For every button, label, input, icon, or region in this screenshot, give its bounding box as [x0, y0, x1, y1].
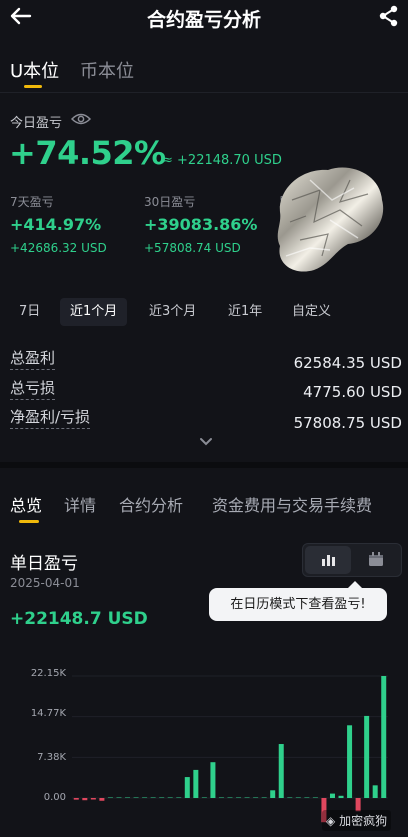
- bar[interactable]: [347, 725, 353, 798]
- net-pnl-value: 57808.75 USD: [293, 414, 402, 432]
- bar[interactable]: [329, 793, 335, 798]
- stat-7d-usd: +42686.32 USD: [10, 241, 107, 255]
- share-icon[interactable]: [378, 5, 400, 27]
- total-profit-value: 62584.35 USD: [293, 354, 402, 372]
- bar[interactable]: [184, 777, 190, 798]
- watermark: ◈ 加密疯狗: [322, 810, 392, 831]
- total-profit-label: 总盈利: [10, 347, 56, 370]
- bar[interactable]: [312, 797, 318, 798]
- bar[interactable]: [304, 797, 310, 798]
- period-1y[interactable]: 近1年: [218, 298, 272, 326]
- tab-underline: [24, 85, 42, 88]
- calendar-tooltip: 在日历模式下查看盈亏!: [209, 581, 387, 621]
- period-1m[interactable]: 近1个月: [60, 298, 128, 326]
- bar[interactable]: [201, 797, 207, 798]
- tab-coin-margin[interactable]: 币本位: [80, 57, 134, 83]
- bar[interactable]: [99, 798, 105, 801]
- stat-30d-label: 30日盈亏: [144, 195, 196, 209]
- net-pnl-label: 净盈利/亏损: [10, 406, 91, 429]
- daily-pnl-date: 2025-04-01: [10, 576, 80, 590]
- section-tab-underline: [19, 520, 39, 523]
- bar[interactable]: [253, 797, 259, 798]
- bar[interactable]: [116, 797, 122, 798]
- bar[interactable]: [133, 797, 139, 798]
- bar[interactable]: [125, 797, 131, 798]
- bar[interactable]: [159, 797, 165, 798]
- stat-7d-percent: +414.97%: [10, 215, 102, 234]
- bar[interactable]: [167, 797, 173, 798]
- bar[interactable]: [295, 797, 301, 798]
- bar-chart-view-button[interactable]: [305, 546, 351, 574]
- eye-icon[interactable]: [71, 112, 91, 126]
- chevron-down-icon[interactable]: [198, 436, 214, 448]
- bar[interactable]: [82, 798, 88, 801]
- bar[interactable]: [381, 676, 387, 798]
- stat-30d-percent: +39083.86%: [144, 215, 258, 234]
- period-custom[interactable]: 自定义: [282, 298, 341, 326]
- bar[interactable]: [372, 785, 378, 798]
- tab-overview[interactable]: 总览: [10, 492, 42, 516]
- section-divider: [0, 462, 408, 468]
- bar[interactable]: [107, 797, 113, 798]
- period-7d[interactable]: 7日: [9, 298, 50, 326]
- daily-pnl-value: +22148.7 USD: [10, 609, 148, 629]
- total-loss-value: 4775.60 USD: [303, 383, 402, 401]
- stat-30d-usd: +57808.74 USD: [144, 241, 241, 255]
- tab-details[interactable]: 详情: [64, 492, 96, 516]
- today-pnl-usd: ≈ +22148.70 USD: [162, 153, 282, 168]
- today-pnl-percent: +74.52%: [9, 134, 166, 172]
- period-3m[interactable]: 近3个月: [139, 298, 206, 326]
- bar[interactable]: [244, 797, 250, 798]
- today-pnl-label: 今日盈亏: [10, 116, 63, 131]
- watermark-text: 加密疯狗: [339, 814, 388, 828]
- total-loss-label: 总亏损: [10, 377, 56, 400]
- divider: [0, 92, 408, 93]
- bar[interactable]: [278, 744, 284, 798]
- bar[interactable]: [176, 797, 182, 798]
- bar[interactable]: [210, 762, 216, 798]
- tab-funding-fees[interactable]: 资金费用与交易手续费: [212, 492, 372, 516]
- calendar-view-button[interactable]: [353, 546, 399, 574]
- view-toggle: [302, 543, 402, 577]
- bar[interactable]: [150, 797, 156, 798]
- calendar-icon: [369, 552, 383, 566]
- bar[interactable]: [338, 795, 344, 798]
- bar[interactable]: [364, 715, 370, 798]
- watermark-logo-icon: ◈: [326, 814, 336, 828]
- top-bar: 合约盈亏分析: [0, 0, 408, 36]
- foil-sticker-image: [277, 167, 384, 272]
- bar[interactable]: [142, 797, 148, 798]
- bar[interactable]: [227, 797, 233, 798]
- bar[interactable]: [270, 790, 276, 798]
- bar[interactable]: [193, 769, 199, 798]
- bar[interactable]: [90, 798, 96, 800]
- bar[interactable]: [218, 797, 224, 798]
- stat-7d-label: 7天盈亏: [10, 195, 54, 209]
- page-title: 合约盈亏分析: [146, 9, 261, 31]
- bar[interactable]: [73, 798, 79, 800]
- bar[interactable]: [261, 797, 267, 798]
- bar[interactable]: [236, 797, 242, 798]
- bar[interactable]: [287, 797, 293, 798]
- tab-contract-analysis[interactable]: 合约分析: [119, 492, 183, 516]
- bar-chart-icon: [322, 555, 335, 566]
- daily-pnl-title: 单日盈亏: [10, 554, 78, 574]
- tab-u-margin[interactable]: U本位: [10, 57, 59, 83]
